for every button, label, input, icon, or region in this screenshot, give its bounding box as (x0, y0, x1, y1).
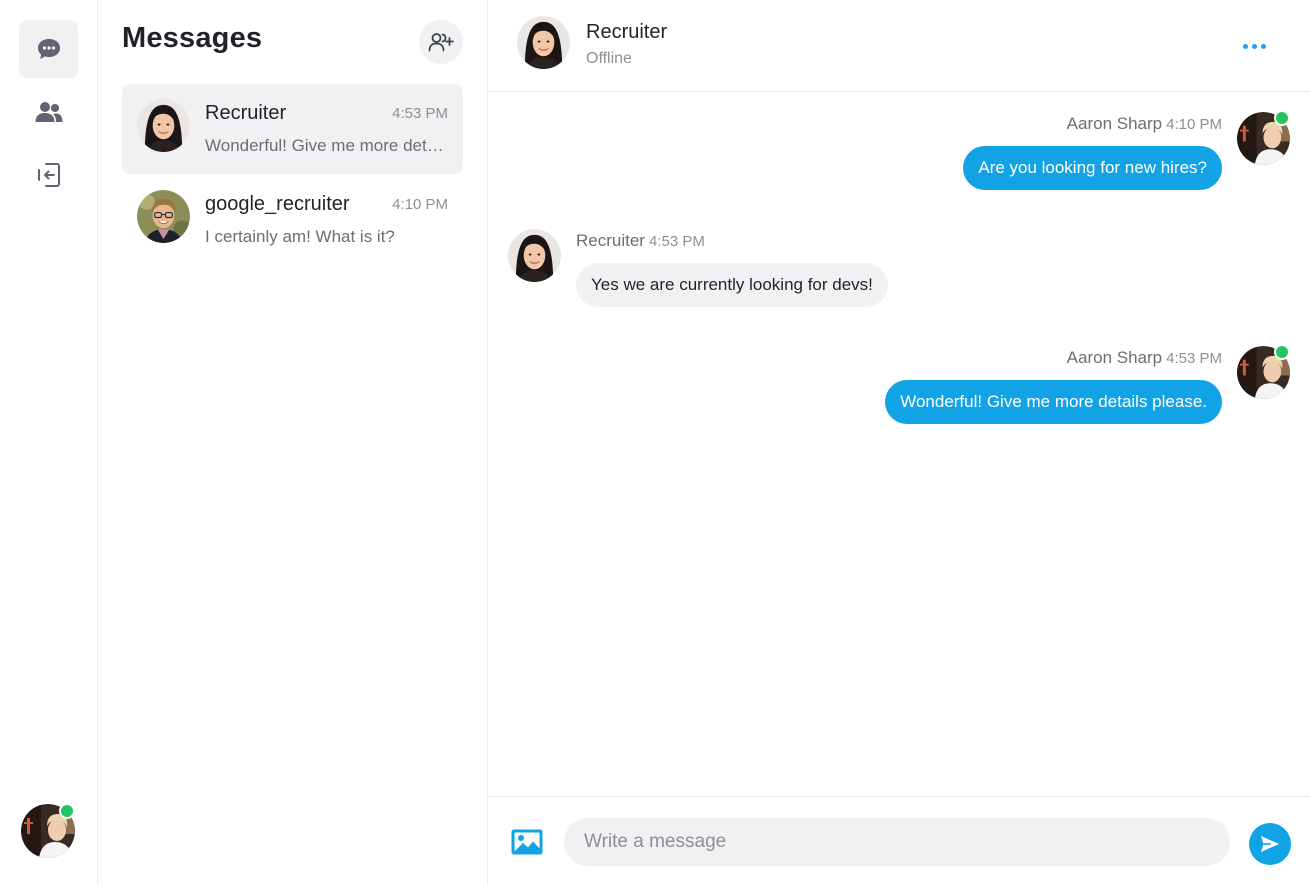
message-meta: Aaron Sharp 4:53 PM (1067, 348, 1222, 368)
online-indicator (59, 803, 75, 819)
conversation-item-recruiter[interactable]: Recruiter 4:53 PM Wonderful! Give me mor… (122, 84, 463, 174)
users-icon (35, 102, 62, 122)
message-meta: Recruiter 4:53 PM (576, 231, 705, 251)
avatar (137, 190, 190, 243)
chat-header: Recruiter Offline (488, 0, 1310, 92)
chat-panel: Recruiter Offline Aaron Sharp 4:10 PM Are… (488, 0, 1310, 885)
chat-contact-name: Recruiter (586, 21, 668, 43)
conversation-time: 4:53 PM (392, 105, 448, 122)
send-button[interactable] (1249, 823, 1291, 865)
message-meta: Aaron Sharp 4:10 PM (1067, 114, 1222, 134)
send-icon (1261, 836, 1279, 852)
add-user-icon (428, 33, 454, 52)
message-sender: Aaron Sharp (1066, 114, 1163, 133)
nav-contacts-button[interactable] (19, 83, 78, 141)
nav-messages-button[interactable] (19, 20, 78, 78)
more-options-button[interactable] (1234, 34, 1274, 58)
conversation-list-panel: Messages Recruiter 4:53 PM Wonderful! Gi… (98, 0, 488, 885)
conversation-preview: I certainly am! What is it? (205, 227, 395, 246)
logout-icon (37, 163, 60, 187)
avatar[interactable] (517, 16, 570, 69)
message-bubble-incoming: Yes we are currently looking for devs! (576, 263, 888, 307)
chat-bubble-icon (37, 39, 60, 59)
conversation-time: 4:10 PM (392, 196, 448, 213)
message-composer (488, 796, 1310, 885)
message-avatar (1237, 344, 1290, 399)
online-indicator (1274, 344, 1290, 360)
message-avatar (1237, 110, 1290, 165)
message-sender: Aaron Sharp (1066, 348, 1163, 367)
message-time: 4:53 PM (1166, 350, 1222, 367)
avatar (508, 229, 561, 282)
conversation-name: google_recruiter (205, 193, 350, 215)
chat-contact-status: Offline (586, 50, 632, 67)
message-time: 4:10 PM (1166, 116, 1222, 133)
add-contact-button[interactable] (419, 20, 463, 64)
conversation-preview: Wonderful! Give me more details please. (205, 136, 445, 155)
left-rail (0, 0, 98, 885)
message-bubble-outgoing: Are you looking for new hires? (963, 146, 1222, 190)
image-icon (511, 829, 543, 855)
more-horizontal-icon (1242, 43, 1248, 49)
avatar (137, 99, 190, 152)
online-indicator (1274, 110, 1290, 126)
nav-logout-button[interactable] (19, 146, 78, 204)
conversation-item-google-recruiter[interactable]: google_recruiter 4:10 PM I certainly am!… (122, 175, 463, 265)
message-input[interactable] (564, 818, 1230, 866)
attach-image-button[interactable] (510, 828, 544, 856)
message-bubble-outgoing: Wonderful! Give me more details please. (885, 380, 1222, 424)
message-avatar (508, 229, 561, 282)
message-sender: Recruiter (576, 231, 645, 250)
current-user-avatar[interactable] (21, 803, 75, 858)
conversation-name: Recruiter (205, 102, 287, 124)
page-title: Messages (122, 22, 263, 54)
message-time: 4:53 PM (648, 233, 705, 250)
